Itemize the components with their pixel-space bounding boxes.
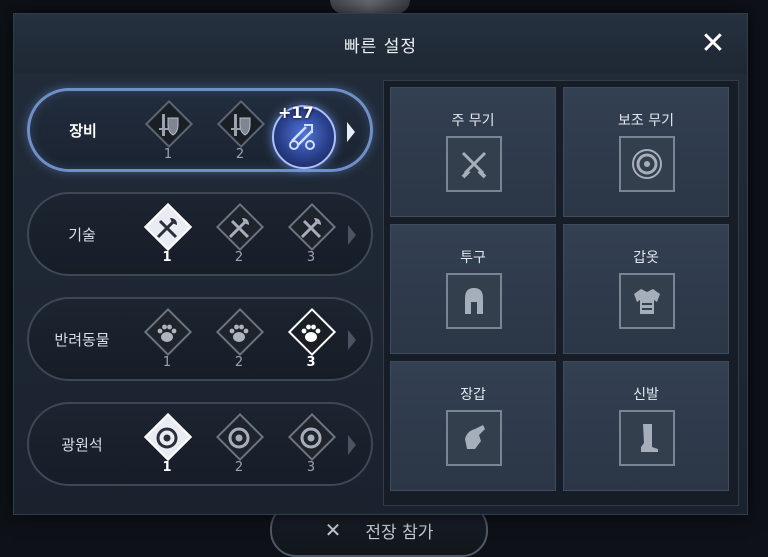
chevron-right-icon[interactable] bbox=[345, 220, 359, 250]
row-label: 장비 bbox=[69, 121, 97, 140]
armor-icon bbox=[619, 273, 675, 329]
slot-number: 1 bbox=[162, 355, 172, 370]
helmet-icon bbox=[446, 273, 502, 329]
lightstone-preset-slot[interactable]: 2 bbox=[215, 412, 265, 482]
panel-title: 빠른 설정 bbox=[344, 37, 417, 57]
row-lightstones[interactable]: 광원석 1 2 3 bbox=[27, 402, 373, 486]
skill-preset-slot[interactable]: 3 bbox=[287, 202, 337, 272]
gauntlet-icon bbox=[446, 410, 502, 466]
slot-label: 투구 bbox=[460, 250, 486, 266]
armor-slot[interactable]: 갑옷 bbox=[563, 224, 729, 354]
equipment-preset-slot[interactable]: 2 bbox=[216, 99, 266, 169]
paw-icon bbox=[215, 319, 263, 347]
target-icon bbox=[143, 424, 191, 452]
background-character bbox=[330, 0, 410, 14]
pet-preset-slot[interactable]: 3 bbox=[287, 307, 337, 377]
crossed-axe-sword-icon bbox=[143, 214, 191, 242]
row-skills[interactable]: 기술 1 2 3 bbox=[27, 192, 373, 276]
slot-number: 3 bbox=[306, 250, 316, 265]
quick-settings-panel: 빠른 설정 ✕ 장비 1 2 +17 기술 1 2 3 반려동물 1 2 3 광… bbox=[13, 13, 748, 515]
paw-icon bbox=[287, 319, 335, 347]
row-pets[interactable]: 반려동물 1 2 3 bbox=[27, 297, 373, 381]
slot-number: 2 bbox=[234, 250, 244, 265]
crossed-swords-icon bbox=[446, 136, 502, 192]
sub-weapon-slot[interactable]: 보조 무기 bbox=[563, 87, 729, 217]
slot-number: 2 bbox=[235, 147, 245, 162]
slot-label: 장갑 bbox=[460, 387, 486, 403]
pet-preset-slot[interactable]: 2 bbox=[215, 307, 265, 377]
lightstone-preset-slot[interactable]: 3 bbox=[287, 412, 337, 482]
target-icon bbox=[287, 424, 335, 452]
slot-number: 3 bbox=[306, 355, 316, 370]
boot-icon bbox=[619, 410, 675, 466]
crossed-axe-sword-icon bbox=[287, 214, 335, 242]
slot-label: 신발 bbox=[633, 387, 659, 403]
slot-number: 2 bbox=[234, 460, 244, 475]
equipment-grid: 주 무기 보조 무기 투구 갑옷 장갑 신발 bbox=[383, 80, 739, 506]
gloves-slot[interactable]: 장갑 bbox=[390, 361, 556, 491]
slot-number: 2 bbox=[234, 355, 244, 370]
chevron-right-icon[interactable] bbox=[344, 117, 358, 147]
sword-shield-icon bbox=[144, 111, 192, 139]
lightstone-preset-slot[interactable]: 1 bbox=[143, 412, 193, 482]
slot-label: 보조 무기 bbox=[618, 113, 674, 129]
close-button[interactable]: ✕ bbox=[699, 29, 727, 59]
row-label: 반려동물 bbox=[54, 330, 110, 349]
gear-enhance-level: +17 bbox=[278, 103, 314, 122]
slot-label: 주 무기 bbox=[451, 113, 495, 129]
helmet-slot[interactable]: 투구 bbox=[390, 224, 556, 354]
shoes-slot[interactable]: 신발 bbox=[563, 361, 729, 491]
close-icon: ✕ bbox=[700, 26, 726, 61]
equipment-preset-slot[interactable]: 1 bbox=[144, 99, 194, 169]
crossed-axe-sword-icon bbox=[215, 214, 263, 242]
join-battlefield-label: 전장 참가 bbox=[365, 522, 434, 543]
row-label: 광원석 bbox=[61, 435, 103, 454]
close-icon: ✕ bbox=[324, 518, 342, 542]
row-label: 기술 bbox=[68, 225, 96, 244]
target-icon bbox=[215, 424, 263, 452]
slot-number: 1 bbox=[162, 460, 172, 475]
skill-preset-slot[interactable]: 2 bbox=[215, 202, 265, 272]
slot-number: 1 bbox=[163, 147, 173, 162]
skill-preset-slot[interactable]: 1 bbox=[143, 202, 193, 272]
slot-number: 1 bbox=[162, 250, 172, 265]
sword-shield-icon bbox=[216, 111, 264, 139]
main-weapon-slot[interactable]: 주 무기 bbox=[390, 87, 556, 217]
row-equipment[interactable]: 장비 1 2 +17 bbox=[27, 88, 373, 172]
pet-preset-slot[interactable]: 1 bbox=[143, 307, 193, 377]
slot-label: 갑옷 bbox=[633, 250, 659, 266]
paw-icon bbox=[143, 319, 191, 347]
round-shield-icon bbox=[619, 136, 675, 192]
chevron-right-icon[interactable] bbox=[345, 430, 359, 460]
slot-number: 3 bbox=[306, 460, 316, 475]
chevron-right-icon[interactable] bbox=[345, 325, 359, 355]
